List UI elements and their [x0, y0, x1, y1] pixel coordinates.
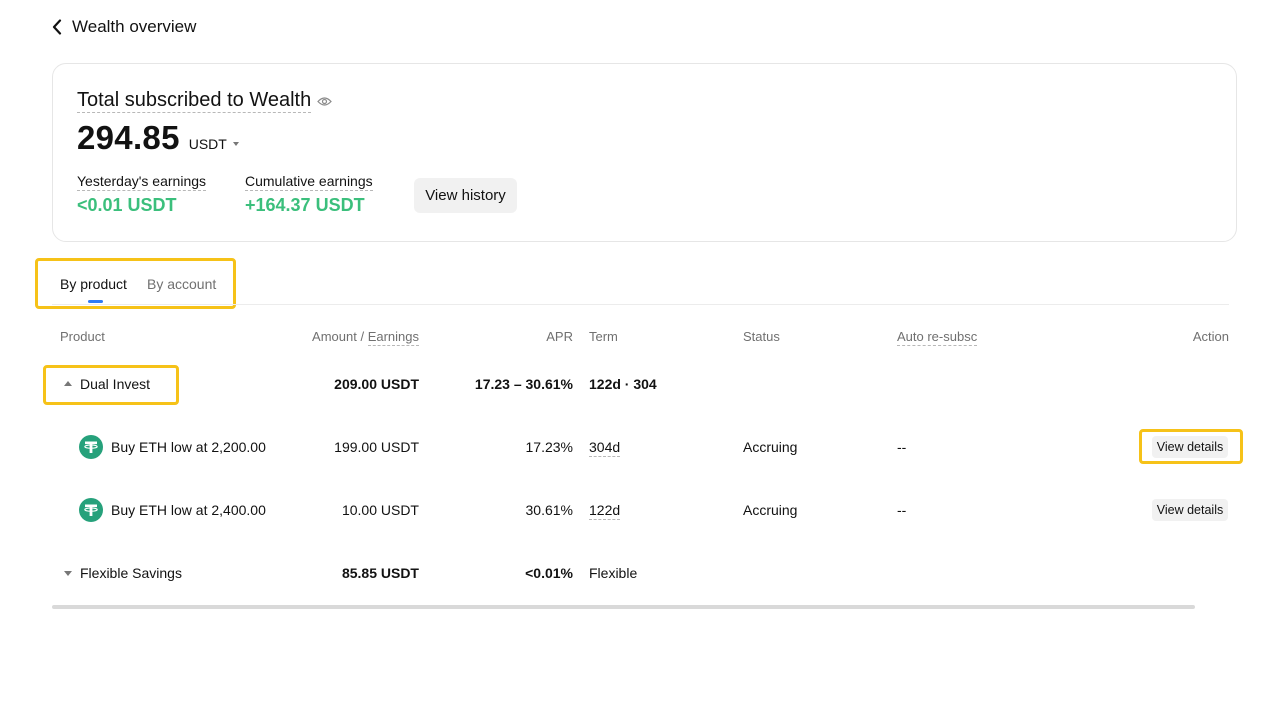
tab-by-product[interactable]: By product: [60, 276, 127, 292]
row-status: Accruing: [743, 439, 798, 455]
group-amount: 209.00 USDT: [334, 376, 419, 392]
group-term: 122d · 304: [589, 376, 657, 392]
tab-by-account[interactable]: By account: [147, 276, 216, 292]
group-name-flexible-savings[interactable]: Flexible Savings: [80, 565, 182, 581]
group-apr: 17.23 – 30.61%: [474, 376, 573, 392]
active-tab-indicator: [88, 300, 103, 303]
header-earnings[interactable]: Earnings: [367, 329, 419, 346]
horizontal-scrollbar[interactable]: [52, 605, 1195, 609]
chevron-left-icon: [52, 19, 62, 35]
row-amount: 199.00 USDT: [334, 439, 419, 455]
cumulative-earnings-label[interactable]: Cumulative earnings: [245, 173, 373, 191]
cumulative-earnings-value: +164.37 USDT: [245, 195, 365, 215]
row-status: Accruing: [743, 502, 798, 518]
view-details-button[interactable]: View details: [1152, 499, 1228, 521]
yesterday-earnings-label[interactable]: Yesterday's earnings: [77, 173, 207, 191]
caret-down-icon[interactable]: [64, 571, 72, 576]
currency-selector[interactable]: USDT: [189, 136, 239, 152]
row-apr: 17.23%: [525, 439, 573, 455]
row-auto-resubscribe: --: [897, 502, 907, 518]
tether-icon: [79, 498, 103, 522]
tabs-divider: [52, 304, 1229, 305]
view-details-button[interactable]: View details: [1152, 436, 1228, 458]
total-amount-row: 294.85 USDT: [77, 119, 239, 157]
caret-up-icon[interactable]: [64, 381, 72, 386]
tether-icon: [79, 435, 103, 459]
header-amount-earnings: Amount / Earnings: [312, 329, 419, 346]
cumulative-earnings: Cumulative earnings +164.37 USDT: [245, 173, 373, 216]
yesterday-earnings: Yesterday's earnings <0.01 USDT: [77, 173, 207, 216]
group-amount: 85.85 USDT: [341, 565, 419, 581]
row-product-name: Buy ETH low at 2,400.00: [111, 502, 266, 518]
header-status: Status: [743, 329, 780, 344]
row-term[interactable]: 304d: [589, 439, 621, 457]
yesterday-earnings-value: <0.01 USDT: [77, 195, 177, 215]
group-term: Flexible: [589, 565, 638, 581]
currency-label: USDT: [188, 136, 227, 152]
eye-icon[interactable]: [317, 96, 333, 107]
back-button[interactable]: Wealth overview: [52, 14, 196, 40]
row-term[interactable]: 122d: [589, 502, 621, 520]
row-product-name: Buy ETH low at 2,200.00: [111, 439, 266, 455]
group-apr: <0.01%: [525, 565, 573, 581]
page-title: Wealth overview: [72, 17, 197, 36]
summary-title[interactable]: Total subscribed to Wealth: [77, 89, 312, 113]
summary-card: Total subscribed to Wealth 294.85 USDT Y…: [52, 63, 1237, 242]
header-apr: APR: [546, 329, 573, 344]
group-name-dual-invest[interactable]: Dual Invest: [80, 376, 150, 392]
header-auto-resubscribe[interactable]: Auto re-subsc: [897, 329, 978, 346]
header-amount: Amount /: [312, 329, 365, 344]
view-history-button[interactable]: View history: [414, 178, 517, 213]
row-apr: 30.61%: [525, 502, 573, 518]
header-term: Term: [589, 329, 618, 344]
total-amount: 294.85: [77, 119, 180, 156]
header-action: Action: [1192, 329, 1229, 344]
caret-down-icon[interactable]: [232, 142, 239, 146]
header-product: Product: [60, 329, 105, 344]
row-amount: 10.00 USDT: [341, 502, 419, 518]
summary-title-row: Total subscribed to Wealth: [77, 89, 333, 113]
row-auto-resubscribe: --: [897, 439, 907, 455]
